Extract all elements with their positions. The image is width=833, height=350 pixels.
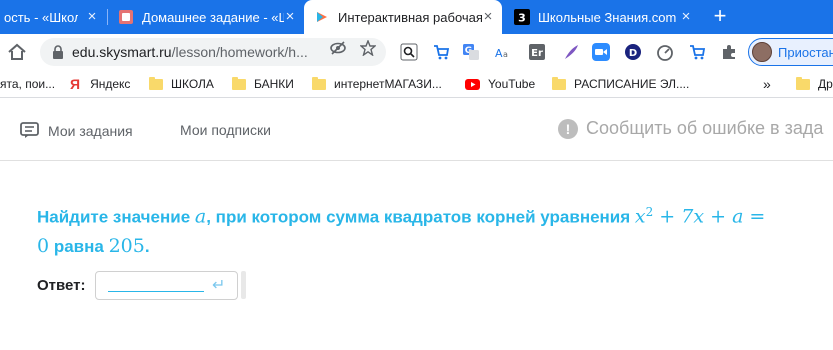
znanija-favicon-icon: 3 <box>514 9 530 25</box>
profile-button[interactable]: Приостан <box>748 38 833 66</box>
bookmark-folder-schedule[interactable]: РАСПИСАНИЕ ЭЛ.... <box>552 76 689 92</box>
tab-divider <box>107 9 108 25</box>
new-tab-button[interactable]: + <box>708 5 732 29</box>
task-part: Найдите значение <box>37 207 195 227</box>
svg-text:3: 3 <box>518 12 526 25</box>
task-text: Найдите значение a, при котором сумма кв… <box>37 198 807 261</box>
enter-icon[interactable]: ↵ <box>212 275 225 295</box>
text-size-icon[interactable]: Aa <box>492 43 510 61</box>
answer-underline <box>108 291 204 292</box>
bookmark-label: Др <box>818 77 833 91</box>
tab-3-active[interactable]: Интерактивная рабочая × <box>304 0 502 34</box>
search-extension-icon[interactable] <box>400 43 418 61</box>
youtube-icon <box>465 78 480 90</box>
yandex-icon: Я <box>70 76 81 92</box>
exclamation-icon: ! <box>558 118 578 139</box>
answer-input[interactable]: ↵ <box>95 271 238 300</box>
bookmarks-overflow-button[interactable]: » <box>763 76 771 92</box>
folder-icon <box>312 76 326 90</box>
tab-4[interactable]: 3 Школьные Знания.com × <box>504 0 700 34</box>
svg-text:a: a <box>503 50 508 59</box>
tab-title: Домашнее задание - «Ш <box>142 9 284 25</box>
tab-2[interactable]: Домашнее задание - «Ш × <box>110 0 304 34</box>
chevron-double-right-icon: » <box>763 76 771 92</box>
folder-icon <box>552 76 566 90</box>
bookmark-folder-shops[interactable]: интернетМАГАЗИ... <box>312 76 442 92</box>
translate-icon[interactable]: G <box>462 43 480 61</box>
svg-text:A: A <box>495 47 503 60</box>
bookmark-folder-school[interactable]: ШКОЛА <box>149 76 214 92</box>
folder-icon <box>232 76 246 90</box>
svg-text:Er: Er <box>531 48 543 59</box>
cart-extension-icon[interactable] <box>432 43 450 61</box>
my-subscriptions-link[interactable]: Мои подписки <box>180 122 271 138</box>
math-var: a <box>194 205 207 228</box>
math-var: x <box>634 205 646 228</box>
browser-toolbar: edu.skysmart.ru/lesson/homework/h... G A… <box>0 34 833 70</box>
reader-icon[interactable]: Er <box>528 43 546 61</box>
task-part: , при котором сумма квадратов корней ура… <box>206 207 635 227</box>
tab-1[interactable]: ость - «Школьн × <box>0 0 106 34</box>
my-tasks-link[interactable]: Мои задания <box>20 122 133 139</box>
bookmark-label: Яндекс <box>90 77 131 91</box>
tab-title: Интерактивная рабочая <box>338 9 482 25</box>
tasks-icon <box>20 122 39 138</box>
tab-title: Школьные Знания.com <box>538 9 677 25</box>
bookmarks-bar: ята, пои... Я Яндекс ШКОЛА БАНКИ интерне… <box>0 70 833 98</box>
answer-label: Ответ: <box>37 277 86 294</box>
star-icon[interactable] <box>360 40 376 56</box>
folder-icon <box>149 76 163 90</box>
math-number: 0 <box>37 234 50 257</box>
report-error-button[interactable]: ! Сообщить об ошибке в зада <box>558 118 823 139</box>
bookmark-yandex[interactable]: Я Яндекс <box>70 76 130 92</box>
folder-icon <box>796 76 810 90</box>
d-extension-icon[interactable]: D <box>624 43 642 61</box>
tab-strip: ость - «Школьн × Домашнее задание - «Ш ×… <box>0 0 833 34</box>
close-icon[interactable]: × <box>678 9 694 25</box>
profile-label: Приостан <box>778 44 833 60</box>
puzzle-icon[interactable] <box>720 43 738 61</box>
input-scroll-handle[interactable] <box>241 271 246 299</box>
task-part: равна <box>49 236 109 256</box>
bookmark-folder-other[interactable]: Др <box>796 76 833 92</box>
eye-off-icon[interactable] <box>330 40 346 56</box>
bookmark-item[interactable]: ята, пои... <box>0 76 55 92</box>
school-favicon-icon <box>118 9 134 25</box>
report-label: Сообщить об ошибке в зада <box>586 118 824 138</box>
url-host: edu.skysmart.ru <box>72 44 172 60</box>
skysmart-favicon-icon <box>314 9 330 25</box>
close-icon[interactable]: × <box>480 9 496 25</box>
close-icon[interactable]: × <box>84 9 100 25</box>
close-icon[interactable]: × <box>282 9 298 25</box>
home-icon[interactable] <box>6 41 28 63</box>
feather-icon[interactable] <box>562 43 580 61</box>
bookmark-label: ята, пои... <box>0 77 56 91</box>
page-header: Мои задания Мои подписки ! Сообщить об о… <box>0 98 833 161</box>
video-call-icon[interactable] <box>592 43 610 61</box>
bookmark-label: ШКОЛА <box>171 77 214 91</box>
nav-label: Мои подписки <box>180 122 271 138</box>
math-number: 205 <box>108 234 145 257</box>
math-expr: + 7x + a = <box>653 205 766 228</box>
url-path: /lesson/homework/h... <box>171 44 308 60</box>
url-text: edu.skysmart.ru/lesson/homework/h... <box>72 44 308 60</box>
cart-icon[interactable] <box>688 43 706 61</box>
lock-icon[interactable] <box>52 45 64 59</box>
task-part: . <box>144 236 150 256</box>
bookmark-label: интернетМАГАЗИ... <box>334 77 442 91</box>
bookmark-label: РАСПИСАНИЕ ЭЛ.... <box>574 77 690 91</box>
avatar <box>752 42 772 62</box>
tab-title: ость - «Школьн <box>4 9 78 25</box>
bookmark-label: YouTube <box>488 77 536 91</box>
bookmark-label: БАНКИ <box>254 77 294 91</box>
nav-label: Мои задания <box>48 122 133 139</box>
svg-text:D: D <box>629 48 637 59</box>
bookmark-folder-banks[interactable]: БАНКИ <box>232 76 294 92</box>
bookmark-youtube[interactable]: YouTube <box>465 76 535 92</box>
speed-icon[interactable] <box>656 43 674 61</box>
